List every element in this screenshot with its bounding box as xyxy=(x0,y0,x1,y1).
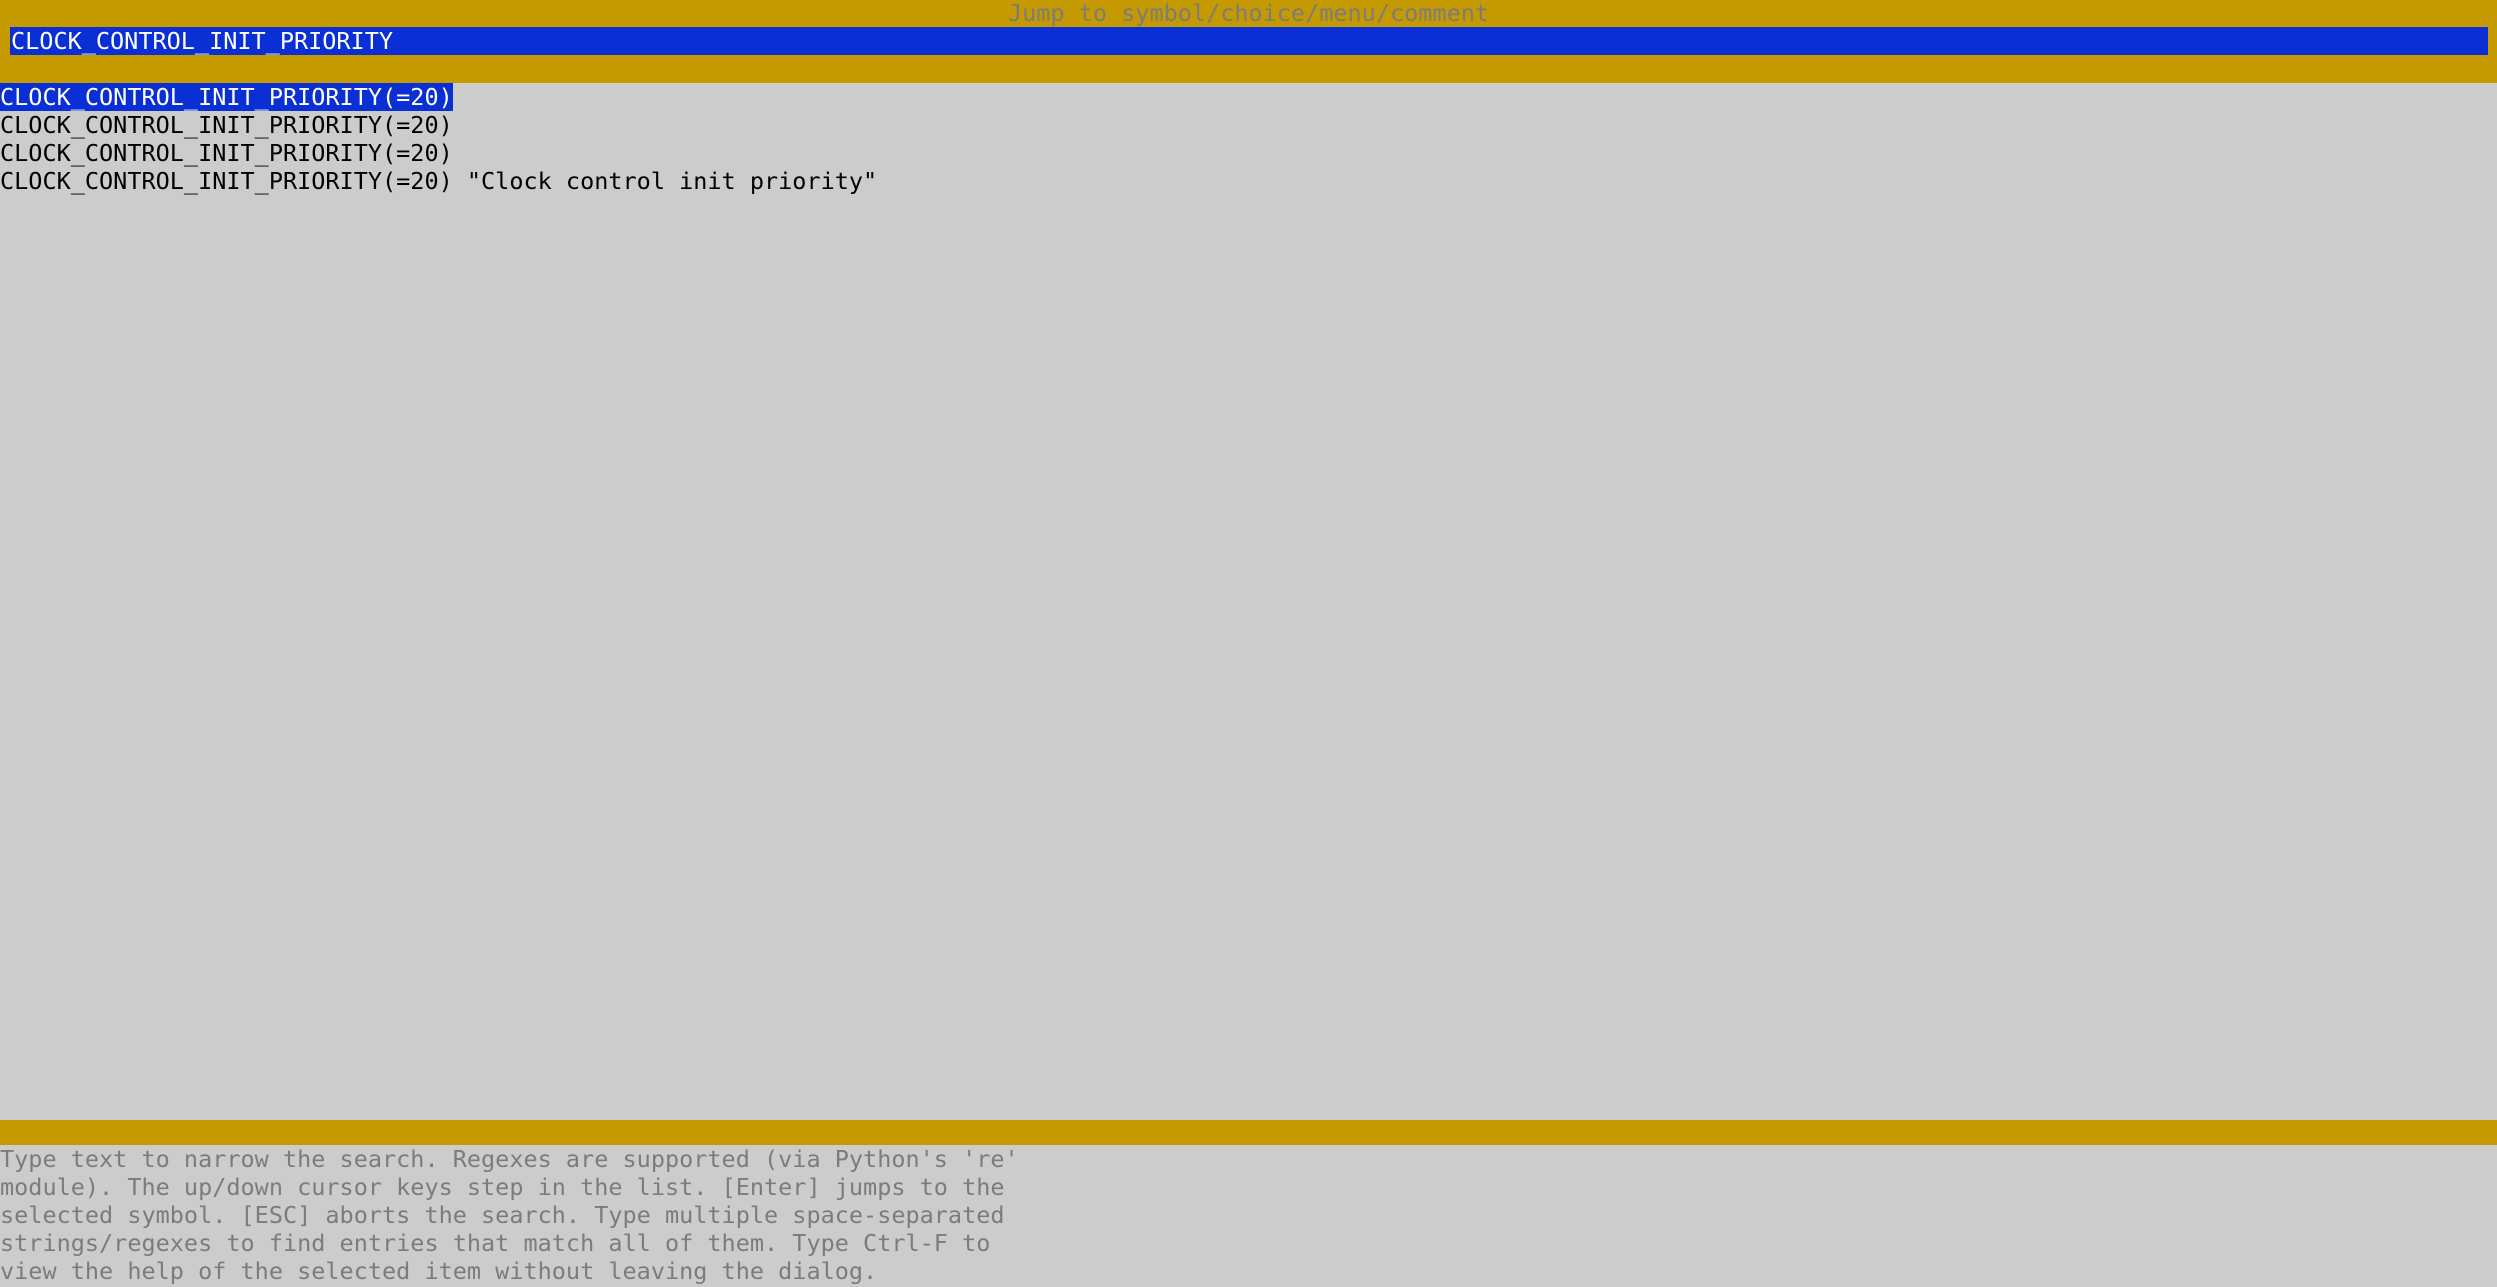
dialog-header: Jump to symbol/choice/menu/comment CLOCK… xyxy=(0,0,2497,83)
help-line: Type text to narrow the search. Regexes … xyxy=(0,1145,1019,1173)
help-line: module). The up/down cursor keys step in… xyxy=(0,1173,1005,1201)
result-item[interactable]: CLOCK_CONTROL_INIT_PRIORITY(=20) xyxy=(0,111,453,139)
jump-to-dialog: Jump to symbol/choice/menu/comment CLOCK… xyxy=(0,0,2497,1287)
help-line: strings/regexes to find entries that mat… xyxy=(0,1229,991,1257)
result-item[interactable]: CLOCK_CONTROL_INIT_PRIORITY(=20) "Clock … xyxy=(0,167,877,195)
help-divider xyxy=(0,1120,2497,1145)
search-input[interactable]: CLOCK_CONTROL_INIT_PRIORITY xyxy=(10,27,2488,55)
help-line: selected symbol. [ESC] aborts the search… xyxy=(0,1201,1005,1229)
result-item[interactable]: CLOCK_CONTROL_INIT_PRIORITY(=20) xyxy=(0,139,453,167)
help-line: view the help of the selected item witho… xyxy=(0,1257,878,1285)
dialog-title: Jump to symbol/choice/menu/comment xyxy=(1007,0,1490,27)
help-text: Type text to narrow the search. Regexes … xyxy=(0,1145,2497,1287)
result-item-selected[interactable]: CLOCK_CONTROL_INIT_PRIORITY(=20) xyxy=(0,83,453,111)
results-list: CLOCK_CONTROL_INIT_PRIORITY(=20) CLOCK_C… xyxy=(0,83,2497,1120)
